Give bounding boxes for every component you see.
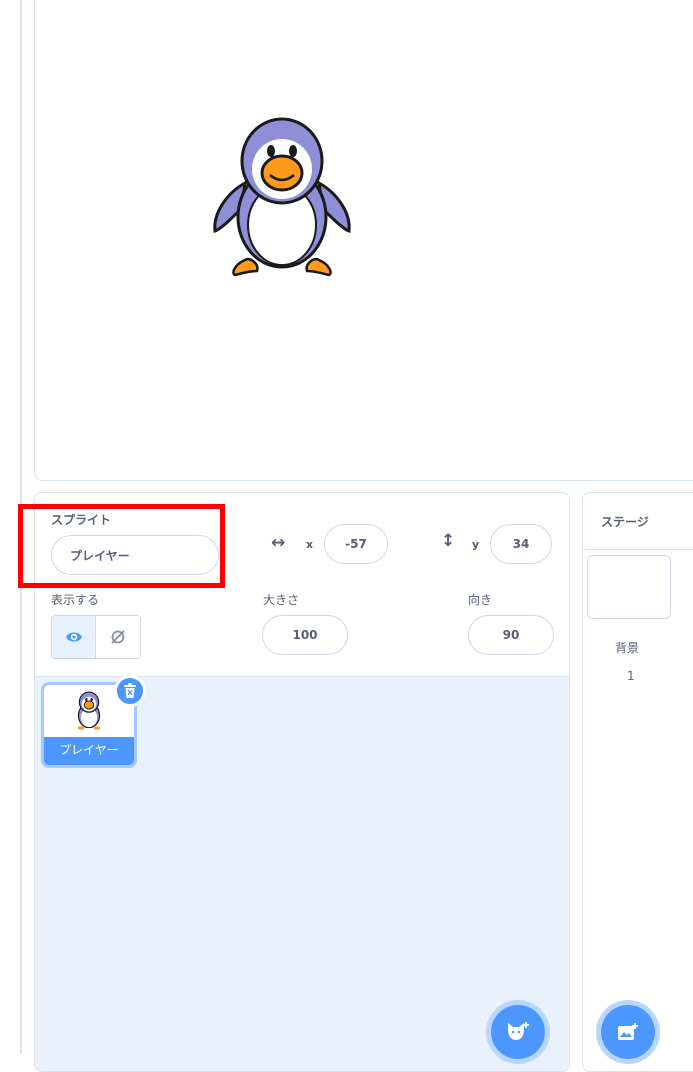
y-label: y xyxy=(472,538,480,551)
penguin-icon xyxy=(213,117,351,277)
add-backdrop-button[interactable] xyxy=(601,1005,655,1059)
hide-button[interactable] xyxy=(96,616,140,658)
size-value: 100 xyxy=(292,628,318,642)
penguin-thumbnail-icon xyxy=(77,691,101,730)
size-input[interactable]: 100 xyxy=(262,615,348,655)
direction-value: 90 xyxy=(502,628,520,642)
eye-slash-icon xyxy=(111,630,125,644)
sprite-tile[interactable]: プレイヤー xyxy=(41,675,146,768)
x-position-input[interactable]: -57 xyxy=(324,524,388,564)
choose-backdrop-icon xyxy=(618,1023,638,1040)
stage-canvas[interactable] xyxy=(34,0,693,481)
y-position-input[interactable]: 34 xyxy=(490,524,552,564)
show-button[interactable] xyxy=(52,616,97,658)
choose-sprite-icon xyxy=(508,1022,529,1040)
horizontal-arrows-icon: ↔ xyxy=(271,533,286,553)
visibility-toggle xyxy=(51,615,141,659)
direction-label: 向き xyxy=(468,593,493,607)
backdrops-label: 背景 xyxy=(615,641,640,655)
size-label: 大きさ xyxy=(263,593,300,607)
x-position-value: -57 xyxy=(345,537,367,551)
vertical-arrows-icon: ↕ xyxy=(441,531,456,551)
y-position-value: 34 xyxy=(512,537,530,551)
highlight-box xyxy=(18,504,225,588)
stage-thumbnail[interactable] xyxy=(587,555,671,619)
backdrops-count: 1 xyxy=(627,669,635,683)
stage-pane[interactable]: ステージ 背景 1 xyxy=(582,492,693,1072)
delete-sprite-button[interactable] xyxy=(114,675,146,707)
direction-input[interactable]: 90 xyxy=(468,615,554,655)
eye-icon xyxy=(65,632,82,642)
show-label: 表示する xyxy=(51,593,100,607)
stage-pane-header: ステージ xyxy=(583,493,693,550)
sprite-tile-name: プレイヤー xyxy=(59,743,119,757)
stage-pane-title: ステージ xyxy=(601,515,649,529)
add-sprite-button[interactable] xyxy=(491,1005,545,1059)
trash-icon xyxy=(124,683,136,698)
x-label: x xyxy=(306,538,314,551)
penguin-sprite[interactable] xyxy=(207,113,357,283)
